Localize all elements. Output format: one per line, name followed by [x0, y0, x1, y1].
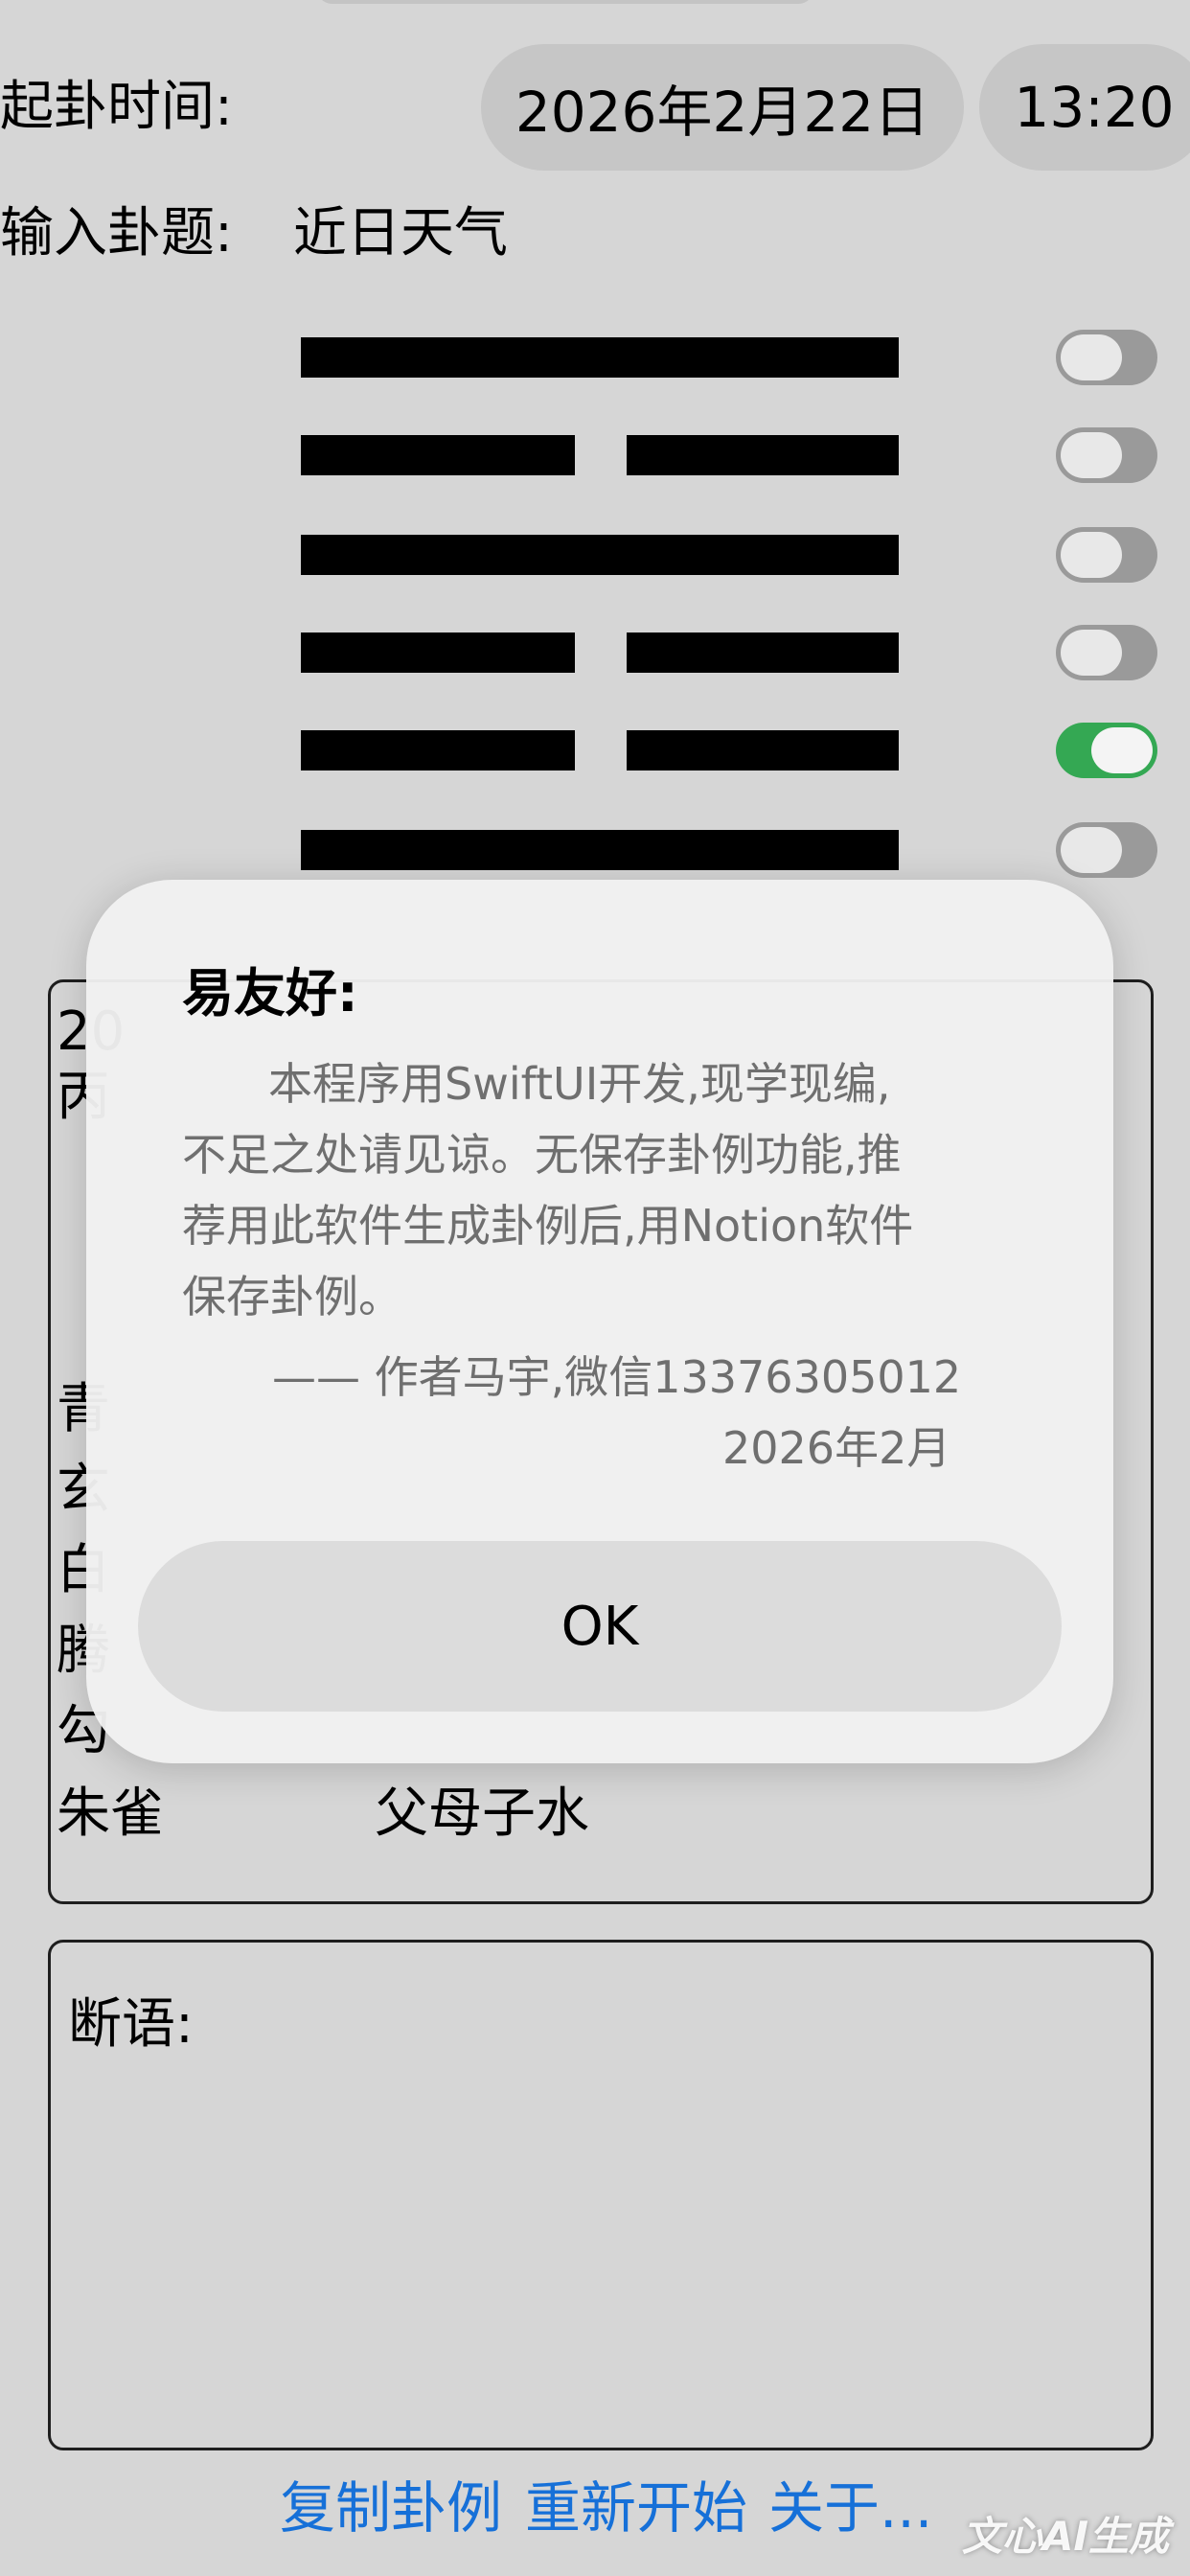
alert-message-line: 不足之处请见谅。无保存卦例功能,推: [182, 1129, 902, 1181]
alert-message-line: 荐用此软件生成卦例后,用Notion软件: [182, 1200, 914, 1252]
app-screen: 起卦时间: 2026年2月22日 13:20 输入卦题: 近日天气 20 丙 青…: [0, 0, 1190, 2576]
alert-title: 易友好:: [182, 963, 358, 1024]
welcome-alert: 易友好: 本程序用SwiftUI开发,现学现编, 不足之处请见谅。无保存卦例功能…: [86, 880, 1113, 1763]
alert-message-line: 保存卦例。: [182, 1271, 402, 1322]
alert-message-line: —— 作者马宇,微信13376305012: [272, 1351, 962, 1403]
ok-button[interactable]: OK: [138, 1541, 1062, 1712]
alert-message-line: 2026年2月: [722, 1422, 951, 1474]
alert-message-line: 本程序用SwiftUI开发,现学现编,: [268, 1058, 891, 1110]
